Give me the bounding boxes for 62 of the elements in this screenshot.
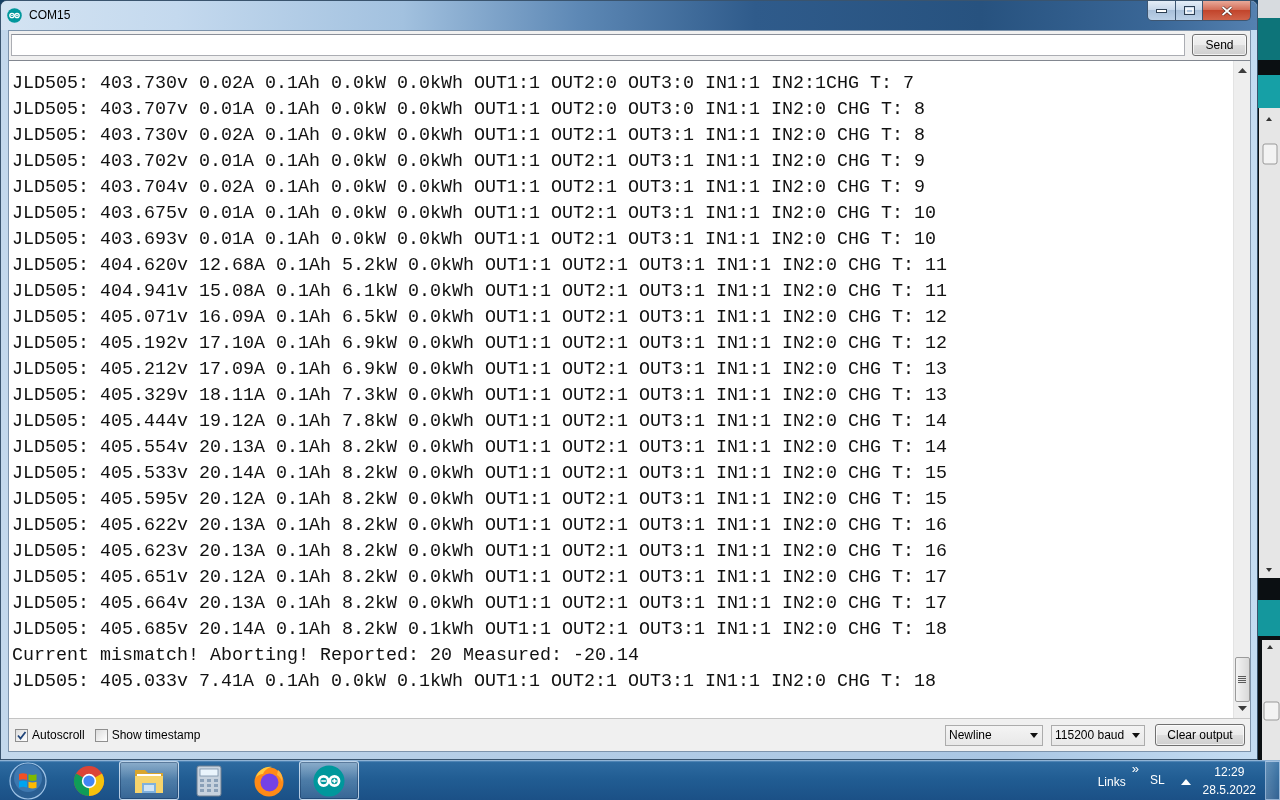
checkbox-label: Show timestamp	[111, 727, 201, 743]
globe-icon	[253, 764, 285, 797]
output-line: JLD505: 404.941v 15.08A 0.1Ah 6.1kW 0.0kWh OUT1:1 OUT2:1 OUT3:1 IN1:1 IN2:0 CHG T: 11	[12, 280, 947, 304]
close-button[interactable]	[1203, 1, 1251, 21]
infinity-icon	[7, 8, 22, 23]
scrollbar-thumb[interactable]	[1234, 657, 1250, 702]
output-line: JLD505: 403.675v 0.01A 0.1Ah 0.0kW 0.0kWh OUT1:1 OUT2:1 OUT3:1 IN1:1 IN2:0 CHG T: 10	[12, 202, 936, 226]
clear-output-button[interactable]: Clear output	[1155, 724, 1245, 746]
taskbar-button[interactable]	[119, 761, 179, 800]
output-line: JLD505: 405.664v 20.13A 0.1Ah 8.2kW 0.0kWh OUT1:1 OUT2:1 OUT3:1 IN1:1 IN2:0 CHG T: 17	[12, 592, 947, 616]
send-button[interactable]: Send	[1192, 34, 1247, 56]
down-arrow-icon[interactable]	[1237, 706, 1247, 711]
maximize-button[interactable]	[1176, 1, 1203, 21]
output-line: JLD505: 405.192v 17.10A 0.1Ah 6.9kW 0.0kWh OUT1:1 OUT2:1 OUT3:1 IN1:1 IN2:0 CHG T: 12	[12, 332, 947, 356]
minimize-icon	[1156, 8, 1167, 13]
output-line: JLD505: 403.730v 0.02A 0.1Ah 0.0kW 0.0kWh OUT1:1 OUT2:1 OUT3:1 IN1:1 IN2:0 CHG T: 8	[12, 124, 925, 148]
output-line: JLD505: 405.554v 20.13A 0.1Ah 8.2kW 0.0kWh OUT1:1 OUT2:1 OUT3:1 IN1:1 IN2:0 CHG T: 14	[12, 436, 947, 460]
infinity-icon	[313, 764, 345, 797]
show-hidden-icons-icon[interactable]	[1180, 779, 1191, 785]
calculator-icon	[193, 764, 225, 797]
toolbar-overflow-button[interactable]: »	[1131, 762, 1139, 775]
output-line: JLD505: 403.707v 0.01A 0.1Ah 0.0kW 0.0kWh OUT1:1 OUT2:0 OUT3:0 IN1:1 IN2:0 CHG T: 8	[12, 98, 925, 122]
maximize-icon	[1183, 6, 1195, 15]
checkbox[interactable]	[94, 728, 108, 742]
output-line: JLD505: 405.212v 17.09A 0.1Ah 6.9kW 0.0kWh OUT1:1 OUT2:1 OUT3:1 IN1:1 IN2:0 CHG T: 13	[12, 358, 947, 382]
vertical-scrollbar[interactable]	[1233, 61, 1250, 718]
show-desktop-button[interactable]	[1265, 761, 1280, 800]
output-line: JLD505: 405.533v 20.14A 0.1Ah 8.2kW 0.0kWh OUT1:1 OUT2:1 OUT3:1 IN1:1 IN2:0 CHG T: 15	[12, 462, 947, 486]
color-wheel-icon	[73, 764, 105, 797]
checkbox-label: Autoscroll	[32, 727, 85, 743]
caret-icon	[1030, 732, 1038, 738]
output-line: JLD505: 405.651v 20.12A 0.1Ah 8.2kW 0.0kWh OUT1:1 OUT2:1 OUT3:1 IN1:1 IN2:0 CHG T: 17	[12, 566, 947, 590]
clock-time[interactable]: 12:29	[1214, 762, 1245, 781]
toolbar-label: Links	[1097, 775, 1126, 790]
output-line: JLD505: 405.444v 19.12A 0.1Ah 7.8kW 0.0kWh OUT1:1 OUT2:1 OUT3:1 IN1:1 IN2:0 CHG T: 14	[12, 410, 947, 434]
window-title: COM15	[29, 8, 71, 23]
up-arrow-icon[interactable]	[1237, 68, 1247, 73]
checkbox[interactable]	[15, 728, 28, 742]
output-line: JLD505: 403.693v 0.01A 0.1Ah 0.0kW 0.0kWh OUT1:1 OUT2:1 OUT3:1 IN1:1 IN2:0 CHG T: 10	[12, 228, 936, 252]
message-input[interactable]	[11, 34, 1185, 56]
close-icon	[1220, 5, 1233, 16]
output-line: Current mismatch! Aborting! Reported: 20 Measured: -20.14	[12, 644, 639, 668]
minimize-button[interactable]	[1147, 1, 1176, 21]
output-line: JLD505: 405.071v 16.09A 0.1Ah 6.5kW 0.0kWh OUT1:1 OUT2:1 OUT3:1 IN1:1 IN2:0 CHG T: 12	[12, 306, 947, 330]
clock-date[interactable]: 28.5.2022	[1202, 780, 1256, 799]
language-indicator[interactable]: SL	[1149, 773, 1165, 788]
line-ending-dropdown[interactable]: Newline	[945, 724, 1043, 746]
output-line: JLD505: 403.704v 0.02A 0.1Ah 0.0kW 0.0kWh OUT1:1 OUT2:1 OUT3:1 IN1:1 IN2:0 CHG T: 9	[12, 176, 925, 200]
output-line: JLD505: 405.033v 7.41A 0.1Ah 0.0kW 0.1kWh OUT1:1 OUT2:1 OUT3:1 IN1:1 IN2:0 CHG T: 18	[12, 670, 936, 694]
output-line: JLD505: 403.730v 0.02A 0.1Ah 0.0kW 0.0kWh OUT1:1 OUT2:0 OUT3:0 IN1:1 IN2:1CHG T: 7	[12, 72, 914, 96]
taskbar-button[interactable]	[299, 761, 359, 800]
grip-icon	[1238, 676, 1246, 683]
output-line: JLD505: 405.685v 20.14A 0.1Ah 8.2kW 0.1kWh OUT1:1 OUT2:1 OUT3:1 IN1:1 IN2:0 CHG T: 18	[12, 618, 947, 642]
output-line: JLD505: 405.622v 20.13A 0.1Ah 8.2kW 0.0kWh OUT1:1 OUT2:1 OUT3:1 IN1:1 IN2:0 CHG T: 16	[12, 514, 947, 538]
output-line: JLD505: 405.329v 18.11A 0.1Ah 7.3kW 0.0kWh OUT1:1 OUT2:1 OUT3:1 IN1:1 IN2:0 CHG T: 13	[12, 384, 947, 408]
baud-rate-dropdown[interactable]: 115200 baud	[1051, 724, 1145, 746]
output-line: JLD505: 405.623v 20.13A 0.1Ah 8.2kW 0.0kWh OUT1:1 OUT2:1 OUT3:1 IN1:1 IN2:0 CHG T: 16	[12, 540, 947, 564]
flag-icon	[9, 761, 47, 800]
output-line: JLD505: 405.595v 20.12A 0.1Ah 8.2kW 0.0kWh OUT1:1 OUT2:1 OUT3:1 IN1:1 IN2:0 CHG T: 15	[12, 488, 947, 512]
output-line: JLD505: 403.702v 0.01A 0.1Ah 0.0kW 0.0kWh OUT1:1 OUT2:1 OUT3:1 IN1:1 IN2:0 CHG T: 9	[12, 150, 925, 174]
caret-icon	[1132, 732, 1140, 738]
output-line: JLD505: 404.620v 12.68A 0.1Ah 5.2kW 0.0kWh OUT1:1 OUT2:1 OUT3:1 IN1:1 IN2:0 CHG T: 11	[12, 254, 947, 278]
